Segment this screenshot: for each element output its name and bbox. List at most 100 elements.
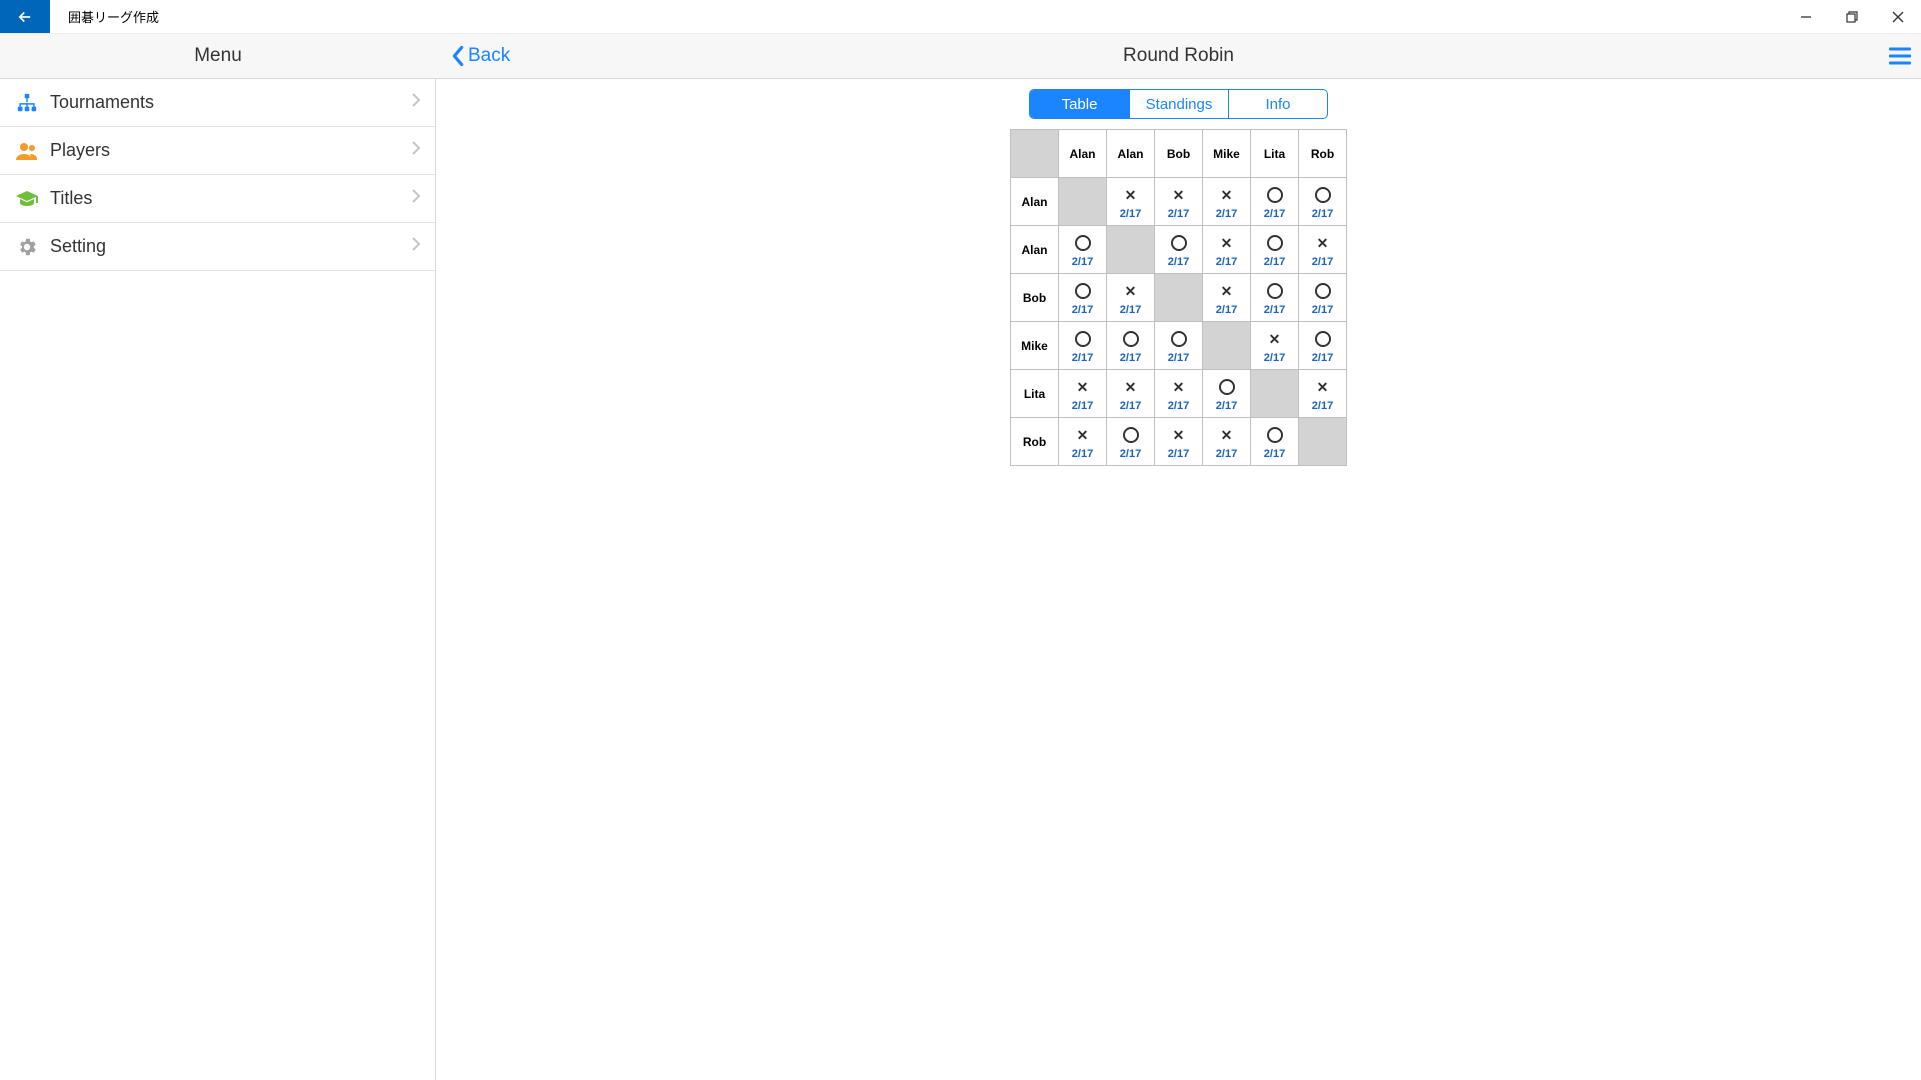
content-pane: Table Standings Info AlanAlanBobMikeLita… [436, 79, 1921, 1080]
match-date: 2/17 [1059, 448, 1106, 460]
result-cell[interactable]: 2/17 [1155, 322, 1203, 370]
loss-icon: ✕ [1125, 380, 1137, 394]
maximize-icon [1846, 11, 1858, 23]
chevron-right-icon [411, 92, 421, 113]
result-cell[interactable]: ✕ 2/17 [1059, 418, 1107, 466]
close-button[interactable] [1875, 0, 1921, 33]
sidebar-item-players[interactable]: Players [0, 127, 435, 175]
match-date: 2/17 [1251, 448, 1298, 460]
result-cell[interactable]: ✕ 2/17 [1107, 274, 1155, 322]
minimize-button[interactable] [1783, 0, 1829, 33]
result-cell[interactable]: ✕ 2/17 [1107, 178, 1155, 226]
match-date: 2/17 [1155, 208, 1202, 220]
header-bar: Menu Back Round Robin [0, 33, 1921, 79]
result-cell[interactable]: 2/17 [1107, 418, 1155, 466]
win-icon [1123, 331, 1139, 347]
result-cell[interactable]: 2/17 [1059, 274, 1107, 322]
loss-icon: ✕ [1317, 236, 1329, 250]
round-robin-table: AlanAlanBobMikeLitaRobAlan✕2/17✕2/17✕2/1… [1010, 129, 1347, 466]
result-cell[interactable]: ✕2/17 [1155, 418, 1203, 466]
loss-icon: ✕ [1221, 428, 1233, 442]
win-icon [1267, 187, 1283, 203]
match-date: 2/17 [1059, 400, 1106, 412]
diagonal-cell [1107, 226, 1155, 274]
diagonal-cell [1299, 418, 1347, 466]
match-date: 2/17 [1059, 304, 1106, 316]
result-cell[interactable]: ✕ 2/17 [1155, 178, 1203, 226]
chevron-right-icon [411, 188, 421, 209]
result-cell[interactable]: ✕2/17 [1203, 418, 1251, 466]
result-cell[interactable]: ✕2/17 [1299, 226, 1347, 274]
back-label: Back [468, 45, 510, 67]
win-icon [1171, 235, 1187, 251]
result-cell[interactable]: ✕ 2/17 [1203, 226, 1251, 274]
win-icon [1075, 331, 1091, 347]
tab-info[interactable]: Info [1228, 90, 1327, 118]
result-cell[interactable]: ✕2/17 [1203, 274, 1251, 322]
page-title: Round Robin [1123, 45, 1234, 67]
sidebar-header: Menu [0, 34, 436, 78]
row-header: Alan [1011, 226, 1059, 274]
match-date: 2/17 [1107, 352, 1154, 364]
result-cell[interactable]: ✕2/17 [1155, 370, 1203, 418]
win-icon [1075, 235, 1091, 251]
match-date: 2/17 [1299, 400, 1346, 412]
loss-icon: ✕ [1173, 188, 1185, 202]
hamburger-icon [1889, 48, 1911, 51]
sidebar-item-titles[interactable]: Titles [0, 175, 435, 223]
result-cell[interactable]: 2/17 [1155, 226, 1203, 274]
match-date: 2/17 [1203, 256, 1250, 268]
column-header: Mike [1203, 130, 1251, 178]
result-cell[interactable]: 2/17 [1251, 274, 1299, 322]
users-icon [14, 138, 40, 164]
column-header: Alan [1107, 130, 1155, 178]
result-cell[interactable]: 2/17 [1203, 370, 1251, 418]
result-cell[interactable]: 2/17 [1299, 322, 1347, 370]
result-cell[interactable]: 2/17 [1299, 274, 1347, 322]
match-date: 2/17 [1155, 448, 1202, 460]
table-corner [1011, 130, 1059, 178]
maximize-button[interactable] [1829, 0, 1875, 33]
sidebar-item-tournaments[interactable]: Tournaments [0, 79, 435, 127]
result-cell[interactable]: ✕2/17 [1107, 370, 1155, 418]
match-date: 2/17 [1155, 400, 1202, 412]
sitemap-icon [14, 90, 40, 116]
result-cell[interactable]: 2/17 [1251, 418, 1299, 466]
loss-icon: ✕ [1125, 188, 1137, 202]
result-cell[interactable]: ✕2/17 [1059, 370, 1107, 418]
match-date: 2/17 [1107, 304, 1154, 316]
loss-icon: ✕ [1317, 380, 1329, 394]
gear-icon [14, 234, 40, 260]
match-date: 2/17 [1107, 208, 1154, 220]
sidebar-item-setting[interactable]: Setting [0, 223, 435, 271]
loss-icon: ✕ [1269, 332, 1281, 346]
match-date: 2/17 [1203, 400, 1250, 412]
result-cell[interactable]: 2/17 [1059, 226, 1107, 274]
app-title: 囲碁リーグ作成 [68, 7, 159, 26]
row-header: Mike [1011, 322, 1059, 370]
result-cell[interactable]: ✕2/17 [1251, 322, 1299, 370]
result-cell[interactable]: 2/17 [1251, 226, 1299, 274]
match-date: 2/17 [1251, 208, 1298, 220]
row-header: Alan [1011, 178, 1059, 226]
diagonal-cell [1203, 322, 1251, 370]
loss-icon: ✕ [1077, 428, 1089, 442]
sidebar-item-label: Setting [50, 236, 106, 257]
win-icon [1267, 235, 1283, 251]
loss-icon: ✕ [1221, 236, 1233, 250]
result-cell[interactable]: ✕ 2/17 [1299, 370, 1347, 418]
titlebar-back-button[interactable] [0, 0, 50, 33]
result-cell[interactable]: 2/17 [1251, 178, 1299, 226]
result-cell[interactable]: 2/17 [1299, 178, 1347, 226]
result-cell[interactable]: 2/17 [1107, 322, 1155, 370]
tab-table[interactable]: Table [1030, 90, 1129, 118]
win-icon [1219, 379, 1235, 395]
back-button[interactable]: Back [450, 45, 510, 67]
hamburger-menu-button[interactable] [1889, 48, 1911, 65]
tab-standings[interactable]: Standings [1129, 90, 1228, 118]
result-cell[interactable]: 2/17 [1059, 322, 1107, 370]
chevron-right-icon [411, 236, 421, 257]
match-date: 2/17 [1107, 448, 1154, 460]
result-cell[interactable]: ✕2/17 [1203, 178, 1251, 226]
loss-icon: ✕ [1125, 284, 1137, 298]
